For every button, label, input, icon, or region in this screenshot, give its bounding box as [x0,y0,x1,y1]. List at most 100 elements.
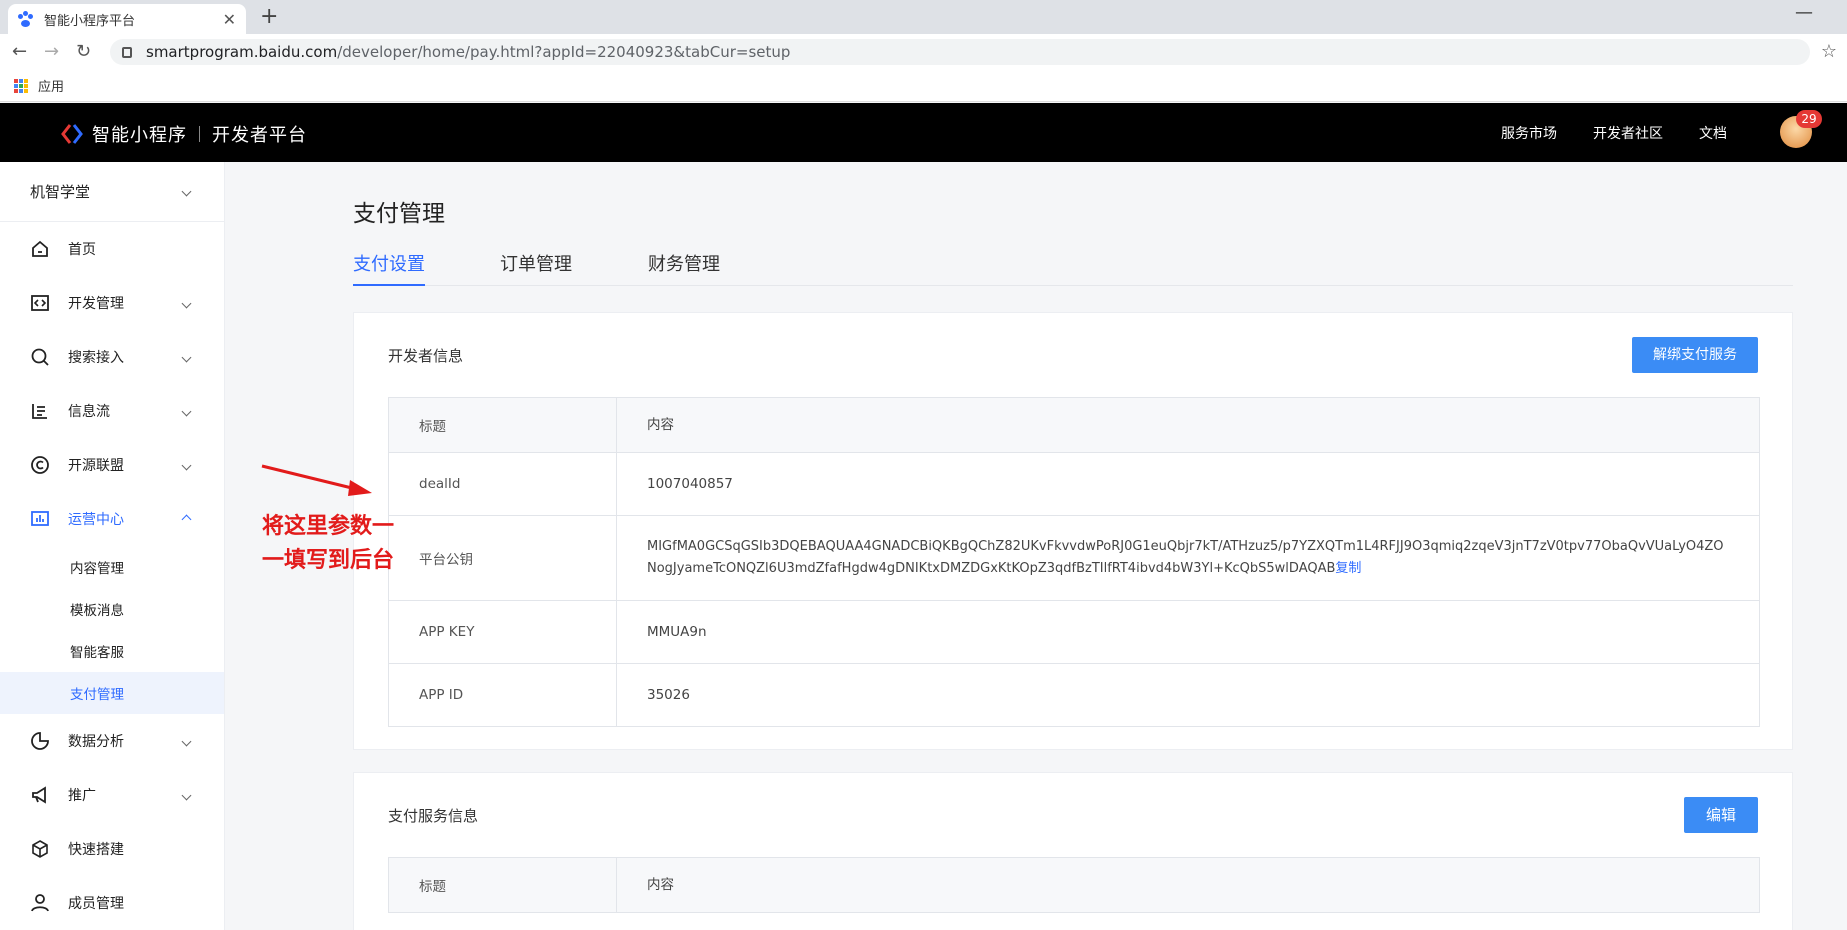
apps-grid-icon[interactable] [14,78,28,93]
sidebar-item-label: 信息流 [68,404,110,420]
new-tab-button[interactable]: + [260,4,278,30]
developer-info-card: 开发者信息 解绑支付服务 标题 内容 dealId 1007040857 平台公… [353,312,1793,750]
bookmark-apps[interactable]: 应用 [38,76,64,95]
tab-title: 智能小程序平台 [44,13,136,29]
page-title: 支付管理 [353,201,445,227]
cube-icon [32,840,48,858]
table-row: APP KEY MMUA9n [389,600,1759,663]
project-selector[interactable]: 机智学堂 [0,162,224,222]
row-value: 35026 [647,687,690,703]
tab-orders[interactable]: 订单管理 [500,250,572,286]
sidebar-item-label: 推广 [68,788,96,804]
header-title: 标题 [389,858,617,912]
sidebar-item-home[interactable]: 首页 [0,222,224,276]
chevron-up-icon [181,514,192,524]
main-content: 支付管理 支付设置 订单管理 财务管理 开发者信息 解绑支付服务 标题 内容 d… [226,162,1847,930]
table-row: APP ID 35026 [389,663,1759,726]
tab-pay-settings[interactable]: 支付设置 [353,250,425,286]
header-title: 标题 [389,398,617,452]
top-nav: 服务市场 开发者社区 文档 [1501,123,1727,143]
chart-icon [31,511,49,526]
browser-tab[interactable]: 智能小程序平台 ✕ [8,4,246,34]
row-value: MMUA9n [647,624,707,640]
brand-name: 智能小程序 [92,125,187,146]
logo[interactable]: 智能小程序 开发者平台 [60,121,307,147]
sidebar-sub-payment[interactable]: 支付管理 [0,672,224,714]
sidebar-item-dev[interactable]: 开发管理 [0,276,224,330]
sidebar-item-promote[interactable]: 推广 [0,768,224,822]
annotation-line-2: 一填写到后台 [262,548,395,573]
table-row: dealId 1007040857 [389,452,1759,515]
chevron-down-icon [181,736,192,746]
header-content: 内容 [647,417,674,433]
back-icon[interactable]: ← [12,42,27,62]
nav-service-market[interactable]: 服务市场 [1501,123,1557,143]
row-value: MIGfMA0GCSqGSIb3DQEBAQUAA4GNADCBiQKBgQCh… [617,516,1759,600]
payment-service-title: 支付服务信息 [388,807,479,825]
feed-icon [32,404,47,419]
chevron-down-icon [181,406,192,416]
tab-bar: 支付设置 订单管理 财务管理 [353,250,1793,286]
sidebar-item-feed[interactable]: 信息流 [0,384,224,438]
sidebar-sub-service[interactable]: 智能客服 [0,630,224,672]
chevron-down-icon [181,790,192,800]
code-icon [31,295,49,311]
sidebar-item-quickbuild[interactable]: 快速搭建 [0,822,224,876]
lock-icon [122,46,132,58]
nav-docs[interactable]: 文档 [1699,123,1727,143]
search-icon [31,348,49,366]
sidebar-item-search[interactable]: 搜索接入 [0,330,224,384]
public-key-text: MIGfMA0GCSqGSIb3DQEBAQUAA4GNADCBiQKBgQCh… [647,539,1724,576]
bookmarks-bar: 应用 [0,70,1847,102]
developer-info-table: 标题 内容 dealId 1007040857 平台公钥 MIGfMA0GCSq… [388,397,1760,727]
annotation-line-1: 将这里参数一 [262,514,395,539]
megaphone-icon [32,786,46,804]
paw-icon [18,11,34,27]
header-content: 内容 [647,877,674,893]
row-label: APP ID [389,664,617,726]
url-host: smartprogram.baidu.com [146,43,338,61]
sidebar-item-members[interactable]: 成员管理 [0,876,224,930]
tab-finance[interactable]: 财务管理 [648,250,720,286]
notification-badge: 29 [1796,110,1822,128]
platform-name: 开发者平台 [212,125,307,146]
table-row: 平台公钥 MIGfMA0GCSqGSIb3DQEBAQUAA4GNADCBiQK… [389,515,1759,600]
forward-icon[interactable]: → [44,42,59,62]
url-path: /developer/home/pay.html?appId=22040923&… [337,43,791,61]
row-label: 平台公钥 [389,516,617,600]
logo-icon [61,124,83,144]
chevron-down-icon [181,186,192,197]
url-input[interactable]: smartprogram.baidu.com /developer/home/p… [110,39,1810,65]
sidebar-item-label: 首页 [68,242,96,258]
row-label: dealId [389,453,617,515]
unbind-payment-button[interactable]: 解绑支付服务 [1632,337,1758,373]
sidebar-item-label: 快速搭建 [68,842,124,858]
reload-icon[interactable]: ↻ [76,42,91,62]
sidebar: 机智学堂 首页 开发管理 搜索接入 信息流 开源联盟 运营中心 内容管理 模板消… [0,162,225,930]
bookmark-star-icon[interactable]: ☆ [1821,41,1837,62]
annotation-text: 将这里参数一 一填写到后台 [262,510,394,578]
table-header: 标题 内容 [389,398,1759,452]
nav-developer-community[interactable]: 开发者社区 [1593,123,1663,143]
close-tab-icon[interactable]: ✕ [223,10,236,29]
row-label: APP KEY [389,601,617,663]
top-header: 智能小程序 开发者平台 服务市场 开发者社区 文档 29 [0,103,1847,162]
edit-button[interactable]: 编辑 [1684,797,1758,833]
minimize-button[interactable]: — [1795,2,1813,23]
chevron-down-icon [181,352,192,362]
sidebar-item-analytics[interactable]: 数据分析 [0,714,224,768]
pie-icon [31,732,49,750]
copy-link[interactable]: 复制 [1335,561,1361,576]
sidebar-item-label: 成员管理 [68,896,124,912]
sidebar-sub-content[interactable]: 内容管理 [0,546,224,588]
payment-service-card: 支付服务信息 编辑 标题 内容 [353,772,1793,930]
sidebar-item-label: 开发管理 [68,296,124,312]
sidebar-item-opensource[interactable]: 开源联盟 [0,438,224,492]
sidebar-item-label: 数据分析 [68,734,124,750]
copyright-icon [31,456,49,474]
sidebar-item-operations[interactable]: 运营中心 [0,492,224,546]
annotation-arrow [261,464,372,496]
sidebar-sub-template[interactable]: 模板消息 [0,588,224,630]
divider [199,126,200,142]
browser-titlebar: 智能小程序平台 ✕ + — [0,0,1847,34]
